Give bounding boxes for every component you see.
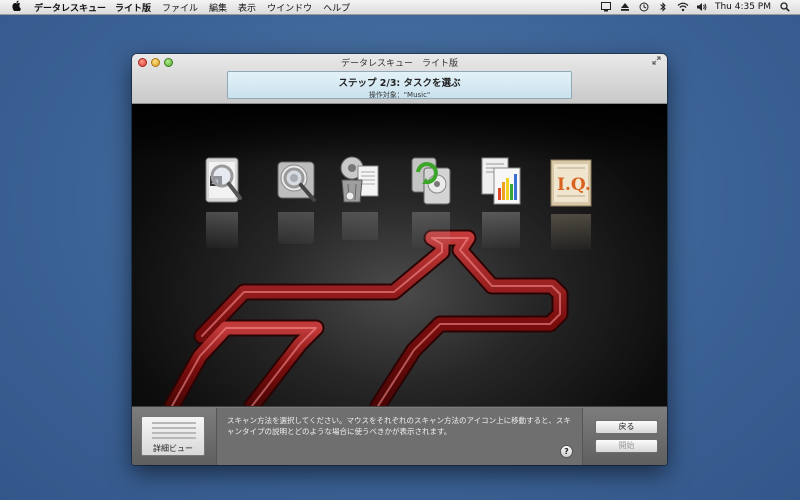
deleted-files-scan-icon[interactable] [336, 154, 384, 240]
bluetooth-icon[interactable] [658, 2, 668, 12]
time-machine-icon[interactable] [639, 2, 649, 12]
thorough-scan-icon[interactable] [272, 154, 320, 244]
fullscreen-icon[interactable] [652, 56, 661, 68]
help-button[interactable]: ? [560, 445, 573, 458]
menu-help[interactable]: ヘルプ [323, 1, 350, 14]
back-button[interactable]: 戻る [595, 420, 658, 434]
task-path-graphic [163, 229, 569, 406]
task-description: スキャン方法を選択してください。マウスをそれぞれのスキャン方法のアイコン上に移動… [227, 416, 571, 436]
menu-app-name[interactable]: データレスキュー ライト版 [34, 1, 151, 14]
icon-reflection [478, 212, 526, 252]
menu-clock[interactable]: Thu 4:35 PM [715, 2, 771, 12]
start-button[interactable]: 開始 [595, 439, 658, 453]
task-stage: 13 [132, 104, 667, 406]
step-panel: ステップ 2/3: タスクを選ぶ 操作対象："Music" [227, 71, 572, 99]
volume-icon[interactable] [696, 2, 707, 12]
clone-drive-icon[interactable] [408, 154, 456, 248]
eject-icon[interactable] [620, 2, 630, 12]
step-title: ステップ 2/3: タスクを選ぶ [338, 78, 461, 89]
title-bar[interactable]: データレスキュー ライト版 ステップ 2/3: タスクを選ぶ 操作対象："Mus… [132, 54, 667, 104]
detail-view-label: 詳細ビュー [153, 444, 193, 453]
menu-window[interactable]: ウインドウ [267, 1, 312, 14]
icon-reflection [548, 214, 596, 254]
detail-view-button[interactable]: 詳細ビュー [141, 416, 205, 456]
description-area: スキャン方法を選択してください。マウスをそれぞれのスキャン方法のアイコン上に移動… [216, 408, 583, 465]
quick-scan-icon[interactable]: 13 [198, 154, 246, 248]
icon-reflection [336, 212, 384, 252]
apple-menu-icon[interactable] [10, 0, 24, 14]
detail-view-icon [152, 422, 196, 440]
svg-text:I.Q.: I.Q. [557, 175, 591, 195]
menu-file[interactable]: ファイル [162, 1, 198, 14]
icon-reflection [198, 212, 246, 252]
menu-bar: データレスキュー ライト版 ファイル 編集 表示 ウインドウ ヘルプ Thu 4… [0, 0, 800, 15]
icon-reflection [272, 212, 320, 252]
app-window: データレスキュー ライト版 ステップ 2/3: タスクを選ぶ 操作対象："Mus… [132, 54, 667, 465]
wifi-icon[interactable] [677, 2, 689, 12]
bottom-bar: 詳細ビュー スキャン方法を選択してください。マウスをそれぞれのスキャン方法のアイ… [132, 406, 667, 465]
menu-view[interactable]: 表示 [238, 1, 256, 14]
display-icon[interactable] [600, 2, 611, 12]
menu-edit[interactable]: 編集 [209, 1, 227, 14]
window-title: データレスキュー ライト版 [340, 59, 458, 69]
file-preview-icon[interactable] [478, 154, 526, 248]
iq-icon[interactable]: I.Q. [548, 156, 596, 250]
step-target: 操作対象："Music" [368, 91, 431, 99]
icon-reflection [408, 212, 456, 252]
spotlight-search-icon[interactable] [780, 2, 790, 12]
menu-extras: Thu 4:35 PM [600, 2, 790, 12]
